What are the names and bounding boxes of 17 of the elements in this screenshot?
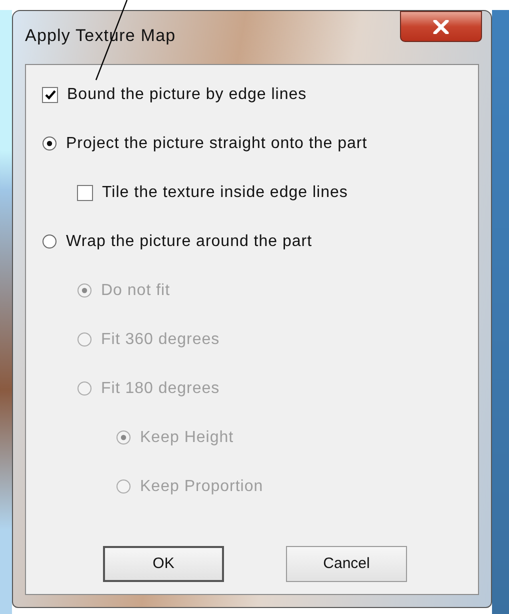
checkbox[interactable] — [77, 184, 93, 200]
ok-button[interactable]: OK — [103, 546, 224, 582]
radio-label: Keep Height — [140, 428, 234, 448]
close-button[interactable] — [400, 11, 482, 42]
cancel-button[interactable]: Cancel — [286, 546, 407, 582]
radio-button[interactable] — [42, 234, 57, 249]
close-icon — [433, 20, 449, 34]
radio-label: Fit 180 degrees — [101, 378, 220, 398]
radio-label: Fit 360 degrees — [101, 330, 220, 350]
radio-label: Keep Proportion — [140, 476, 264, 496]
radio-button[interactable] — [42, 136, 57, 151]
radio-label: Project the picture straight onto the part — [66, 134, 368, 154]
checkbox[interactable] — [42, 86, 58, 102]
radio-label: Wrap the picture around the part — [66, 232, 312, 252]
radio-label: Do not fit — [101, 280, 170, 300]
checkbox-label: Bound the picture by edge lines — [67, 84, 307, 104]
checkbox-label: Tile the texture inside edge lines — [102, 182, 348, 202]
